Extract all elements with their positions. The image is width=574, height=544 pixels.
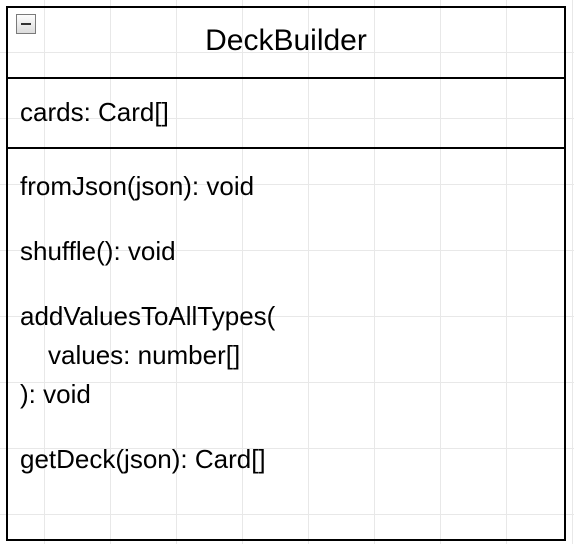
methods-section: fromJson(json): void shuffle(): void add… <box>8 147 564 539</box>
uml-class-box: DeckBuilder cards: Card[] fromJson(json)… <box>6 6 566 541</box>
method-item: getDeck(json): Card[] <box>20 440 552 479</box>
attribute-signature: cards: Card[] <box>20 97 169 127</box>
minus-icon <box>21 23 31 25</box>
method-line: fromJson(json): void <box>20 167 552 206</box>
attributes-section: cards: Card[] <box>8 77 564 147</box>
class-title-section: DeckBuilder <box>8 8 564 77</box>
method-line: addValuesToAllTypes( <box>20 297 552 336</box>
method-line: ): void <box>20 375 552 414</box>
method-item: shuffle(): void <box>20 232 552 271</box>
class-name: DeckBuilder <box>205 24 367 57</box>
attribute-item: cards: Card[] <box>20 93 552 132</box>
method-item: fromJson(json): void <box>20 167 552 206</box>
method-line: getDeck(json): Card[] <box>20 440 552 479</box>
method-item: addValuesToAllTypes( values: number[] ):… <box>20 297 552 414</box>
collapse-button[interactable] <box>16 14 36 34</box>
method-line: shuffle(): void <box>20 232 552 271</box>
method-line: values: number[] <box>20 336 552 375</box>
